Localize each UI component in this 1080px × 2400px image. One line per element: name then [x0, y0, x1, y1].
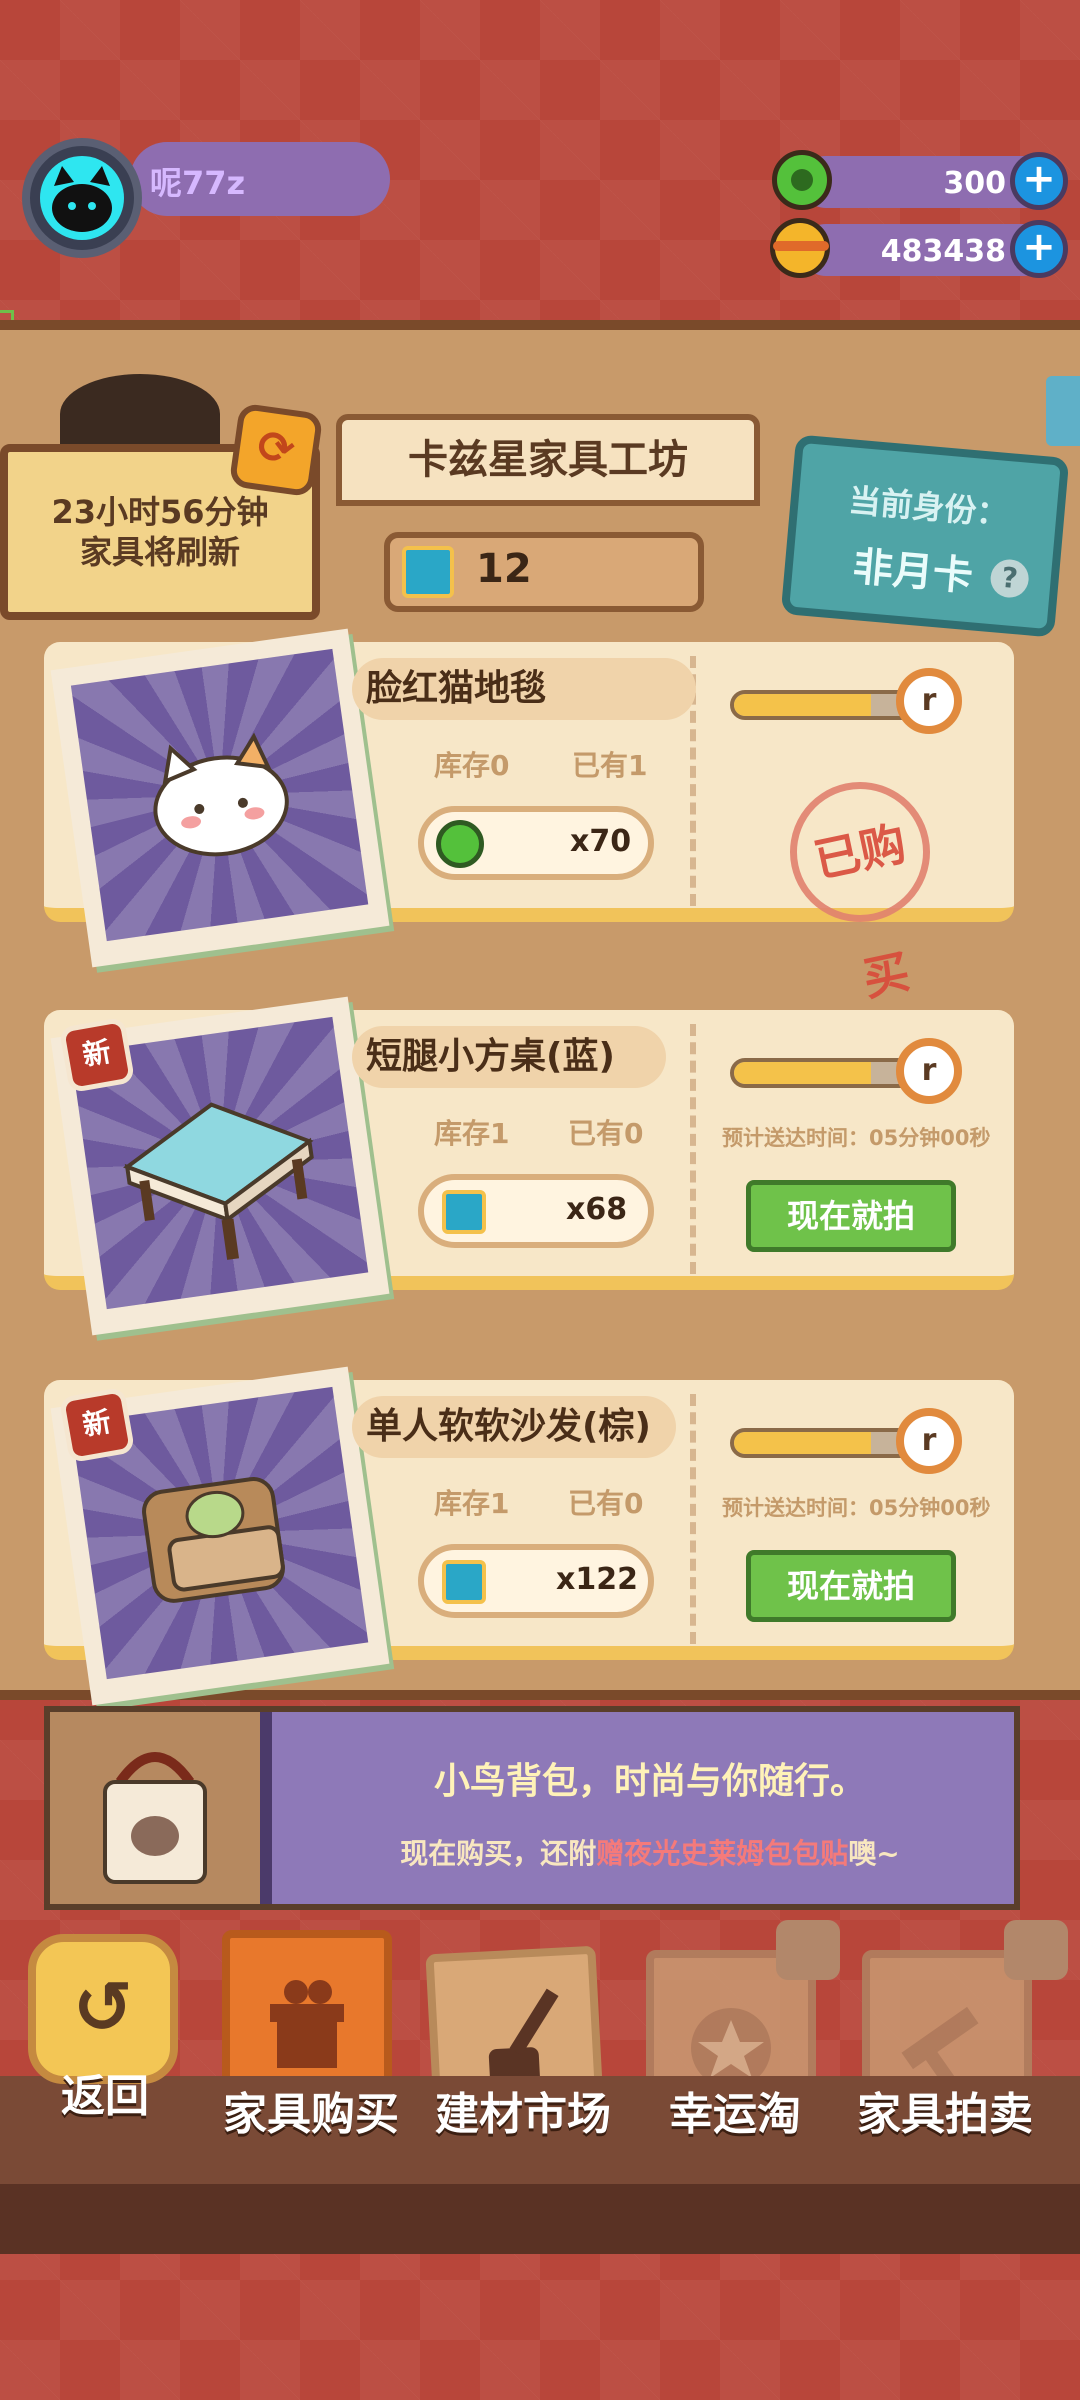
- green-coin-icon: [436, 820, 484, 868]
- player-name: 呢77z: [150, 164, 246, 202]
- item-stock: 库存1: [434, 1487, 510, 1520]
- item-stock: 库存0: [434, 749, 510, 782]
- banner-sub-highlight: 赠夜光史莱姆包包贴: [596, 1837, 849, 1870]
- item-owned: 已有0: [568, 1487, 644, 1520]
- cat-face-icon: [52, 166, 112, 232]
- new-badge: 新: [58, 1386, 136, 1464]
- item-price: x122: [556, 1562, 638, 1597]
- identity-value: 非月卡: [851, 543, 975, 601]
- bag-icon: [103, 1752, 207, 1884]
- ticket-icon: [442, 1560, 486, 1604]
- item-owned: 已有1: [572, 749, 648, 782]
- add-gold-currency-button[interactable]: +: [1010, 220, 1068, 278]
- lock-icon: [776, 1920, 840, 1980]
- avatar[interactable]: [40, 156, 124, 240]
- banner-sub-suffix: 噢~: [848, 1837, 900, 1870]
- delivery-progress: [730, 1058, 920, 1088]
- banner-sub-prefix: 现在购买，还附: [400, 1837, 597, 1870]
- identity-card[interactable]: 当前身份： 非月卡 ?: [780, 434, 1070, 638]
- banner-stripe: [260, 1712, 272, 1904]
- tab-label-furniture-purchase[interactable]: 家具购买: [206, 2078, 416, 2142]
- refresh-icon[interactable]: ⟳: [228, 402, 324, 498]
- back-label: 返回: [61, 2071, 149, 2122]
- ticket-icon: [442, 1190, 486, 1234]
- gold-currency-amount: 483438: [880, 234, 1006, 269]
- tab-label-lucky-draw[interactable]: 幸运淘: [630, 2078, 840, 2142]
- gift-icon: [270, 1980, 344, 2068]
- delivery-eta: 预计送达时间：05分钟00秒: [722, 1126, 991, 1150]
- card-divider: [690, 1024, 696, 1274]
- banner-title: 小鸟背包，时尚与你随行。: [433, 1761, 866, 1802]
- item-price: x70: [570, 824, 632, 859]
- banner-subtitle: 现在购买，还附赠夜光史莱姆包包贴噢~: [300, 1832, 1000, 1872]
- blush-cat-rug-icon: [153, 732, 289, 857]
- item-name: 短腿小方桌(蓝): [352, 1026, 666, 1088]
- item-name: 脸红猫地毯: [352, 658, 696, 720]
- bid-now-button[interactable]: 现在就拍: [746, 1550, 956, 1622]
- item-name: 单人软软沙发(棕): [352, 1396, 676, 1458]
- item-stock: 库存1: [434, 1117, 510, 1150]
- refresh-caption: 家具将刷新: [79, 533, 240, 571]
- delivery-progress: [730, 690, 920, 720]
- add-green-currency-button[interactable]: +: [1010, 152, 1068, 210]
- tab-label-furniture-auction[interactable]: 家具拍卖: [840, 2078, 1050, 2142]
- item-owned: 已有0: [568, 1117, 644, 1150]
- shop-title: 卡兹星家具工坊: [336, 414, 760, 506]
- clock-icon: r: [896, 1038, 962, 1104]
- clip-icon: [1046, 376, 1080, 446]
- ticket-count: 12: [476, 546, 532, 592]
- bird-bag-image: [50, 1712, 260, 1904]
- bid-now-button[interactable]: 现在就拍: [746, 1180, 956, 1252]
- clock-icon: r: [896, 668, 962, 734]
- new-badge: 新: [58, 1016, 136, 1094]
- ticket-icon: [402, 546, 454, 598]
- bottom-nav-shadow: [0, 2184, 1080, 2254]
- cat-decoration: [60, 374, 220, 454]
- card-divider: [690, 1394, 696, 1644]
- lock-icon: [1004, 1920, 1068, 1980]
- clock-icon: r: [896, 1408, 962, 1474]
- help-icon[interactable]: ?: [989, 557, 1031, 600]
- tab-label-materials-market[interactable]: 建材市场: [418, 2078, 628, 2142]
- item-price: x68: [566, 1192, 628, 1227]
- identity-label: 当前身份：: [847, 481, 1010, 534]
- item-photo[interactable]: [50, 628, 390, 968]
- delivery-progress: [730, 1428, 920, 1458]
- refresh-timer: 23小时56分钟: [51, 493, 269, 531]
- delivery-eta: 预计送达时间：05分钟00秒: [722, 1496, 991, 1520]
- green-currency-amount: 300: [943, 166, 1006, 201]
